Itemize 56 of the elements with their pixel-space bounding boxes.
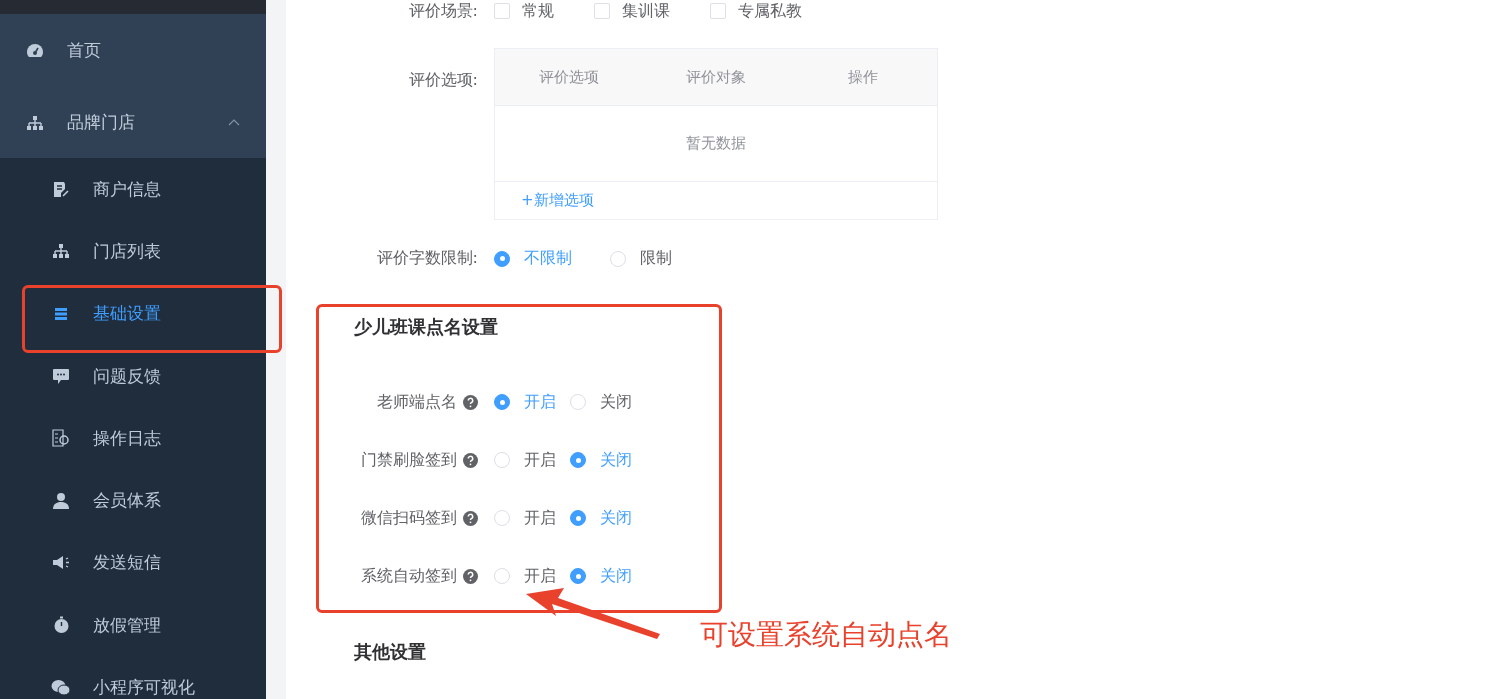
radio-option[interactable]: 开启 xyxy=(494,565,556,587)
section-title: 少儿班课点名设置 xyxy=(353,315,499,339)
field-label: 评价场景: xyxy=(407,0,479,22)
help-icon xyxy=(463,394,478,410)
annotation-text: 可设置系统自动点名 xyxy=(700,617,952,653)
checkbox-option[interactable]: 常规 xyxy=(494,0,554,22)
sidebar-item[interactable]: 门店列表 xyxy=(0,220,266,283)
radio-button[interactable] xyxy=(494,250,510,267)
document-edit-icon xyxy=(52,180,70,198)
section-title: 其他设置 xyxy=(353,640,427,664)
megaphone-icon xyxy=(52,555,70,571)
radio-option[interactable]: 限制 xyxy=(610,248,672,269)
log-file-icon xyxy=(52,429,70,448)
sidebar-item[interactable]: 基础设置 xyxy=(0,282,266,345)
sidebar-item[interactable]: 问题反馈 xyxy=(0,344,266,408)
radio-button[interactable] xyxy=(570,510,586,526)
sidebar-item[interactable]: 放假管理 xyxy=(0,594,266,657)
chat-bubble-icon xyxy=(52,367,70,385)
checkbox[interactable] xyxy=(494,3,510,19)
field-label: 系统自动签到 xyxy=(361,565,457,587)
checkbox[interactable] xyxy=(594,3,610,19)
column-header: 评价对象 xyxy=(685,67,747,87)
sidebar-item[interactable]: 商户信息 xyxy=(0,158,266,221)
checkbox-option[interactable]: 专属私教 xyxy=(710,0,802,22)
help-icon xyxy=(463,510,478,526)
sidebar-item[interactable]: 会员体系 xyxy=(0,469,266,532)
sitemap-icon xyxy=(26,114,44,131)
column-header: 操作 xyxy=(847,67,880,87)
radio-button[interactable] xyxy=(570,452,586,468)
sidebar-item[interactable]: 品牌门店 xyxy=(0,87,266,158)
radio-button[interactable] xyxy=(570,568,586,584)
field-label: 评价字数限制: xyxy=(375,248,479,269)
chat-icon xyxy=(51,679,71,696)
radio-option[interactable]: 开启 xyxy=(494,449,556,471)
field-label: 微信扫码签到 xyxy=(361,507,457,529)
sidebar-item[interactable]: 操作日志 xyxy=(0,407,266,470)
field-label: 评价选项: xyxy=(407,69,479,91)
checkbox-option[interactable]: 集训课 xyxy=(594,0,670,22)
field-label: 门禁刷脸签到 xyxy=(361,449,457,471)
stopwatch-icon xyxy=(52,616,70,635)
empty-message: 暂无数据 xyxy=(686,134,746,153)
list-icon xyxy=(53,306,69,321)
column-header: 评价选项 xyxy=(537,67,600,87)
radio-option[interactable]: 关闭 xyxy=(570,391,632,413)
help-icon xyxy=(463,452,478,468)
checkbox[interactable] xyxy=(710,3,726,19)
radio-button[interactable] xyxy=(494,394,510,410)
help-icon xyxy=(463,568,478,584)
user-icon xyxy=(52,492,70,510)
sitemap-icon xyxy=(52,243,70,260)
sidebar-item[interactable]: 首页 xyxy=(0,14,266,87)
field-label: 老师端点名 xyxy=(377,391,457,413)
dashboard-icon xyxy=(26,42,44,59)
radio-option[interactable]: 开启 xyxy=(494,507,556,529)
sidebar-item[interactable]: 发送短信 xyxy=(0,531,266,595)
sidebar-item[interactable]: 小程序可视化 xyxy=(0,656,266,699)
